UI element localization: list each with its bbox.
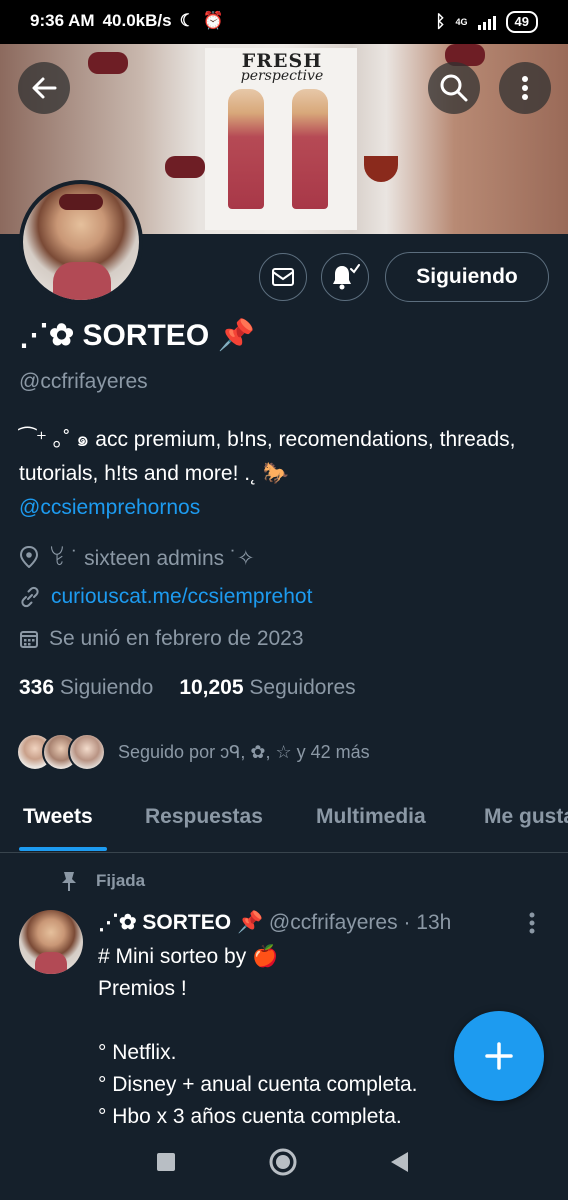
mail-icon <box>272 268 294 286</box>
notifications-button[interactable] <box>321 253 369 301</box>
active-tab-indicator <box>19 847 107 851</box>
battery-indicator: 49 <box>505 11 538 33</box>
followers-label: Seguidores <box>249 676 356 699</box>
system-nav-bar <box>0 1125 568 1200</box>
following-stat[interactable]: 336 Siguiendo <box>19 676 153 700</box>
tweet-author-meta: @ccfrifayeres · 13h <box>263 911 452 934</box>
signal-icon <box>477 14 496 30</box>
tweet-more-button[interactable] <box>528 912 536 938</box>
network-type-label: 4G <box>455 16 468 27</box>
message-button[interactable] <box>259 253 307 301</box>
banner-figure <box>228 89 264 209</box>
search-button[interactable] <box>428 62 480 114</box>
status-bar: 9:36 AM 40.0kB/s ☾ ⏰ ᛒ 4G 49 <box>0 0 568 44</box>
profile-website: curiouscat.me/ccsiemprehot <box>19 585 312 609</box>
pinned-label-row: Fijada <box>60 870 145 892</box>
tweet-header: ⋰✿ SORTEO 📌 @ccfrifayeres · 13h <box>98 910 451 935</box>
profile-joined-date: Se unió en febrero de 2023 <box>19 627 304 651</box>
bluetooth-icon: ᛒ <box>435 12 446 31</box>
profile-stats: 336 Siguiendo 10,205 Seguidores <box>19 676 356 700</box>
banner-bow <box>88 52 128 74</box>
followers-stat[interactable]: 10,205 Seguidores <box>179 676 355 700</box>
banner-title: FRESH perspective <box>232 50 332 84</box>
location-text: ꒀ ˙ sixteen admins ˙✧ <box>49 547 255 570</box>
calendar-icon <box>20 631 38 648</box>
status-time: 9:36 AM <box>30 11 95 30</box>
back-nav-icon[interactable] <box>389 1151 409 1173</box>
banner-subtitle-text: perspective <box>240 68 324 84</box>
home-icon[interactable] <box>269 1148 297 1176</box>
followed-by-row[interactable]: Seguido por ɔᑫ, ✿, ☆ y 42 más <box>16 733 370 771</box>
tab-replies[interactable]: Respuestas <box>145 805 263 829</box>
joined-text: Se unió en febrero de 2023 <box>49 627 304 650</box>
more-vertical-icon <box>522 76 528 100</box>
profile-bio: ⁀⁺ ｡˚ ๑ acc premium, b!ns, recomendation… <box>19 423 554 525</box>
location-pin-icon <box>19 546 39 568</box>
following-label: Siguiendo <box>59 676 154 699</box>
avatar-bow <box>59 194 103 210</box>
alarm-icon: ⏰ <box>202 11 224 30</box>
profile-avatar[interactable] <box>19 180 143 304</box>
tweet-avatar[interactable] <box>19 910 83 974</box>
banner-bow <box>165 156 205 178</box>
following-count: 336 <box>19 676 55 699</box>
arrow-left-icon <box>32 77 57 99</box>
following-button[interactable]: Siguiendo <box>385 252 549 302</box>
search-icon <box>440 74 468 102</box>
profile-name: ⋰✿ SORTEO 📌 <box>19 319 255 352</box>
network-type: 4G <box>455 16 468 27</box>
banner-glass <box>364 156 398 182</box>
tweet-author-name[interactable]: ⋰✿ SORTEO 📌 <box>98 911 263 934</box>
plus-icon <box>485 1042 513 1070</box>
profile-handle: @ccfrifayeres <box>19 370 148 393</box>
tweet-avatar-dress <box>35 952 67 974</box>
bell-check-icon <box>333 264 360 290</box>
recent-apps-icon[interactable] <box>156 1152 176 1172</box>
compose-tweet-button[interactable] <box>454 1011 544 1101</box>
follower-avatar <box>68 733 106 771</box>
moon-icon: ☾ <box>179 11 195 30</box>
tab-tweets[interactable]: Tweets <box>23 805 93 829</box>
link-icon <box>21 586 39 608</box>
status-net-speed: 40.0kB/s <box>102 11 172 30</box>
tab-media[interactable]: Multimedia <box>316 805 426 829</box>
followers-count: 10,205 <box>179 676 244 699</box>
profile-tabs: Tweets Respuestas Multimedia Me gusta <box>0 788 568 853</box>
bio-mention-link[interactable]: @ccsiemprehornos <box>19 496 200 519</box>
pinned-label: Fijada <box>96 871 146 890</box>
website-link[interactable]: curiouscat.me/ccsiemprehot <box>51 585 312 609</box>
pin-icon <box>62 872 76 891</box>
avatar-dress <box>53 262 111 300</box>
bio-text: ⁀⁺ ｡˚ ๑ acc premium, b!ns, recomendation… <box>19 428 516 485</box>
profile-location: ꒀ ˙ sixteen admins ˙✧ <box>19 543 255 571</box>
back-button[interactable] <box>18 62 70 114</box>
more-options-button[interactable] <box>499 62 551 114</box>
followed-by-text: Seguido por ɔᑫ, ✿, ☆ y 42 más <box>118 741 370 762</box>
tab-likes[interactable]: Me gusta <box>484 805 568 829</box>
more-vertical-icon <box>529 912 535 934</box>
banner-figure <box>292 89 328 209</box>
